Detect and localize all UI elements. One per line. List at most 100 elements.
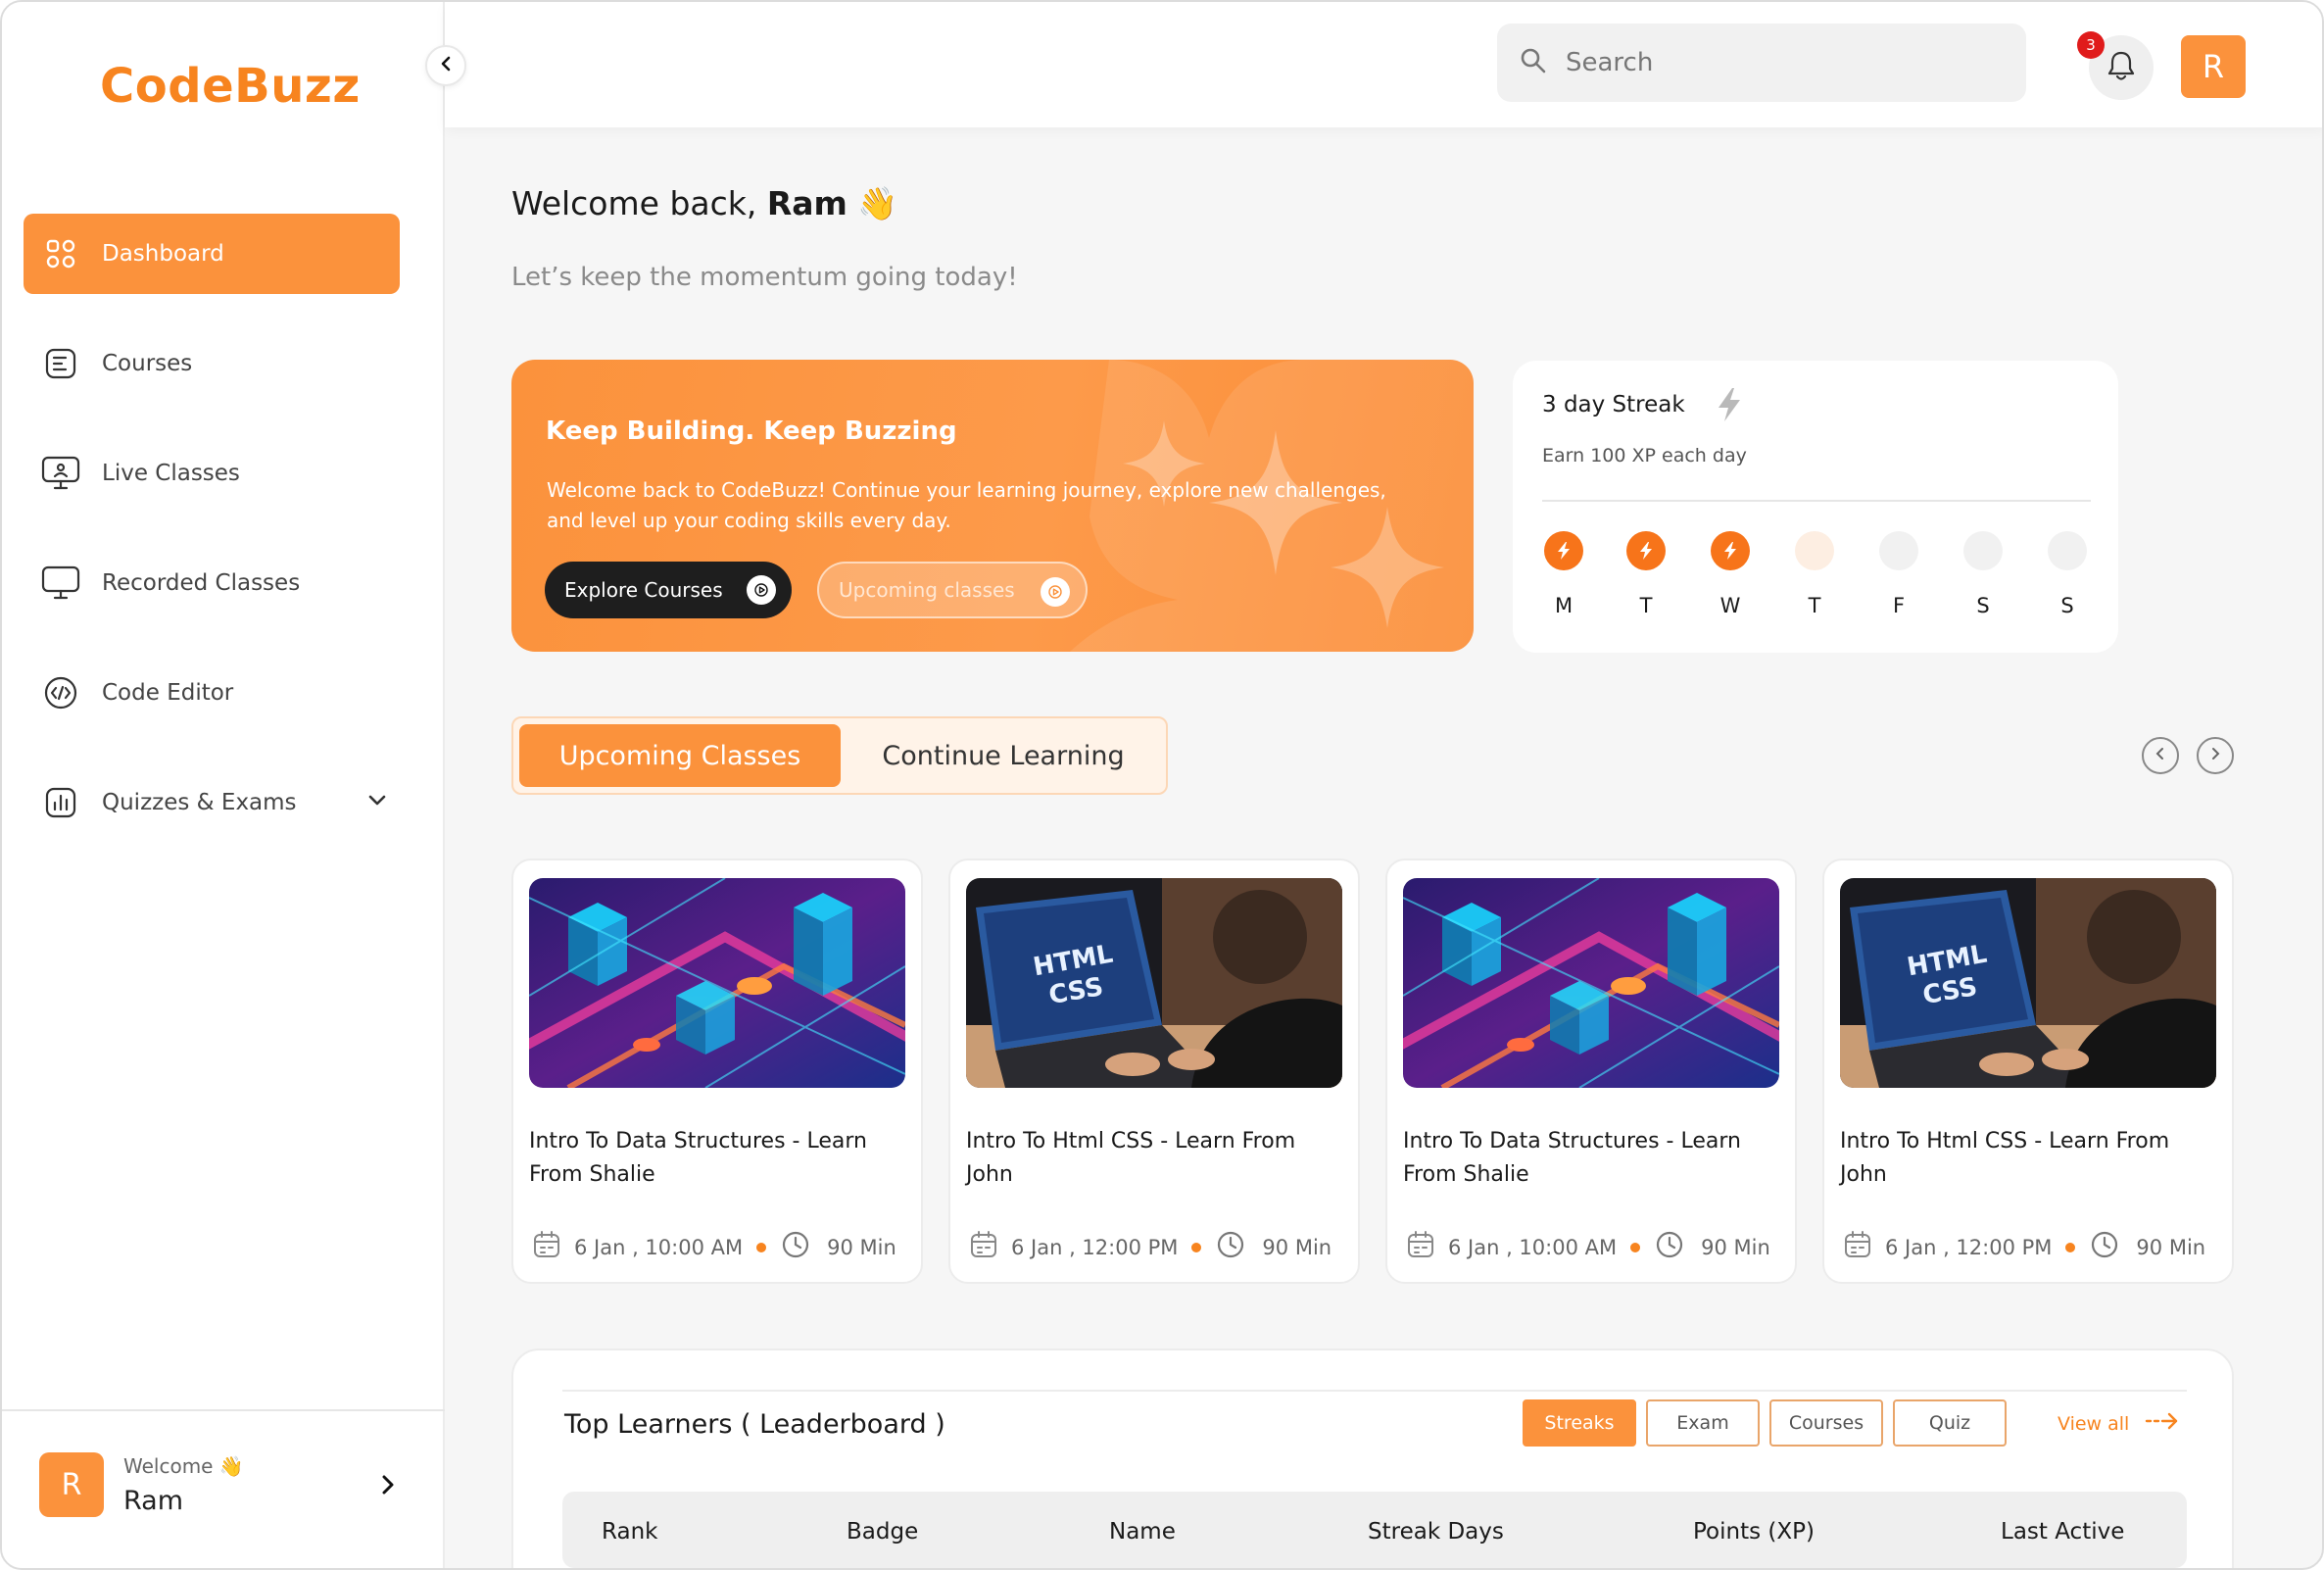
divider xyxy=(1542,500,2091,502)
class-date: 6 Jan , 12:00 PM xyxy=(1011,1235,1179,1259)
filter-courses-button[interactable]: Courses xyxy=(1769,1399,1883,1447)
separator-dot xyxy=(756,1242,767,1252)
lightning-icon xyxy=(1626,531,1666,570)
isometric-city-image xyxy=(529,878,905,1088)
sidebar-item-code-editor[interactable]: Code Editor xyxy=(24,653,400,733)
streak-day: S xyxy=(2046,531,2089,617)
clock-icon xyxy=(1215,1229,1246,1265)
sidebar-item-label: Live Classes xyxy=(102,461,240,486)
day-dot xyxy=(1963,531,2003,570)
button-label: Upcoming classes xyxy=(839,578,1015,602)
sidebar-item-recorded-classes[interactable]: Recorded Classes xyxy=(24,543,400,623)
chevron-left-icon xyxy=(2154,746,2167,765)
sidebar-item-live-classes[interactable]: Live Classes xyxy=(24,433,400,514)
class-date: 6 Jan , 10:00 AM xyxy=(574,1235,744,1259)
day-dot xyxy=(1795,531,1834,570)
sidebar-item-quizzes-exams[interactable]: Quizzes & Exams xyxy=(24,762,400,843)
streak-day: F xyxy=(1877,531,1920,617)
tab-upcoming-classes[interactable]: Upcoming Classes xyxy=(519,724,841,787)
streak-card: 3 day Streak Earn 100 XP each day M T W T F S… xyxy=(1513,361,2118,653)
class-date: 6 Jan , 10:00 AM xyxy=(1448,1235,1618,1259)
top-header: 3 R xyxy=(445,2,2322,127)
view-all-link[interactable]: View all xyxy=(2058,1411,2180,1436)
search-input[interactable] xyxy=(1566,48,1977,77)
chevron-right-icon[interactable] xyxy=(376,1472,400,1501)
header-avatar[interactable]: R xyxy=(2181,35,2246,98)
class-meta: 6 Jan , 12:00 PM 90 Min xyxy=(1842,1229,2224,1265)
page-title: Welcome back, Ram 👋 xyxy=(511,184,898,223)
lightning-icon xyxy=(1715,386,1744,429)
class-card[interactable]: HTML CSS Intro To Html CSS - Learn From Jo… xyxy=(1822,859,2234,1284)
class-thumbnail xyxy=(1403,878,1779,1088)
arrow-right-icon xyxy=(2145,1411,2180,1436)
upcoming-classes-button[interactable]: Upcoming classes xyxy=(817,562,1088,618)
sidebar-item-dashboard[interactable]: Dashboard xyxy=(24,214,400,294)
sidebar-item-label: Code Editor xyxy=(102,680,234,706)
sidebar-item-label: Courses xyxy=(102,351,193,376)
app-window: CodeBuzz Dashboard Courses Live Classes xyxy=(0,0,2324,1570)
sidebar-nav: Dashboard Courses Live Classes Recorded … xyxy=(24,214,400,872)
greeting-name: Ram xyxy=(766,184,847,222)
view-all-label: View all xyxy=(2058,1412,2130,1435)
user-profile-card[interactable]: R Welcome 👋 Ram xyxy=(2,1409,445,1568)
day-label: F xyxy=(1892,594,1906,617)
day-label: S xyxy=(1976,594,1990,617)
class-title: Intro To Html CSS - Learn From John xyxy=(1840,1129,2170,1187)
column-header: Rank xyxy=(602,1519,658,1545)
column-header: Name xyxy=(1109,1519,1176,1545)
class-thumbnail: HTML CSS xyxy=(966,878,1342,1088)
button-label: Explore Courses xyxy=(564,578,723,602)
play-icon xyxy=(747,575,776,605)
explore-courses-button[interactable]: Explore Courses xyxy=(545,562,792,618)
clock-icon xyxy=(1654,1229,1685,1265)
welcome-label: Welcome 👋 xyxy=(123,1454,244,1478)
divider xyxy=(562,1390,2187,1392)
column-header: Streak Days xyxy=(1368,1519,1504,1545)
column-header: Points (XP) xyxy=(1693,1519,1815,1545)
class-duration: 90 Min xyxy=(1262,1235,1332,1259)
code-icon xyxy=(41,673,80,712)
chevron-left-icon xyxy=(438,55,454,76)
leaderboard-title: Top Learners ( Leaderboard ) xyxy=(564,1409,945,1440)
chart-icon xyxy=(41,783,80,822)
day-label: S xyxy=(2060,594,2074,617)
calendar-icon xyxy=(968,1229,999,1265)
search-bar[interactable] xyxy=(1497,24,2026,102)
html-laptop-image: HTMLCSS xyxy=(966,878,1342,1088)
tab-continue-learning[interactable]: Continue Learning xyxy=(847,724,1160,787)
class-thumbnail xyxy=(529,878,905,1088)
html-laptop-image: HTMLCSS xyxy=(1840,878,2216,1088)
isometric-city-image xyxy=(1403,878,1779,1088)
class-card[interactable]: HTML CSS Intro To Html CSS - Learn From Jo… xyxy=(948,859,1360,1284)
carousel-next-button[interactable] xyxy=(2197,737,2234,774)
class-card[interactable]: Intro To Data Structures - Learn From Sh… xyxy=(511,859,923,1284)
filter-quiz-button[interactable]: Quiz xyxy=(1893,1399,2007,1447)
sidebar-item-label: Dashboard xyxy=(102,241,224,267)
hero-description: Welcome back to CodeBuzz! Continue your … xyxy=(547,478,1386,532)
carousel-prev-button[interactable] xyxy=(2142,737,2179,774)
grid-icon xyxy=(41,234,80,273)
streak-title: 3 day Streak xyxy=(1542,388,1740,421)
separator-dot xyxy=(2065,1242,2076,1252)
calendar-icon xyxy=(1842,1229,1873,1265)
wave-emoji: 👋 xyxy=(857,184,898,222)
class-thumbnail: HTML CSS xyxy=(1840,878,2216,1088)
bell-icon xyxy=(2106,49,2137,86)
sidebar-item-courses[interactable]: Courses xyxy=(24,323,400,404)
class-meta: 6 Jan , 12:00 PM 90 Min xyxy=(968,1229,1350,1265)
user-name: Ram xyxy=(123,1486,184,1516)
chevron-right-icon xyxy=(2208,746,2222,765)
page-subtitle: Let’s keep the momentum going today! xyxy=(511,263,1018,292)
chevron-down-icon[interactable] xyxy=(364,788,390,819)
filter-streaks-button[interactable]: Streaks xyxy=(1523,1399,1636,1447)
class-card[interactable]: Intro To Data Structures - Learn From Sh… xyxy=(1385,859,1797,1284)
brand-logo[interactable]: CodeBuzz xyxy=(100,59,361,114)
notification-badge: 3 xyxy=(2077,31,2105,59)
streak-day: M xyxy=(1542,531,1585,617)
sidebar: CodeBuzz Dashboard Courses Live Classes xyxy=(2,2,445,1568)
filter-exam-button[interactable]: Exam xyxy=(1646,1399,1760,1447)
greeting-text: Welcome back, xyxy=(511,184,767,222)
clock-icon xyxy=(780,1229,811,1265)
collapse-sidebar-button[interactable] xyxy=(425,45,466,86)
day-label: W xyxy=(1719,594,1741,617)
